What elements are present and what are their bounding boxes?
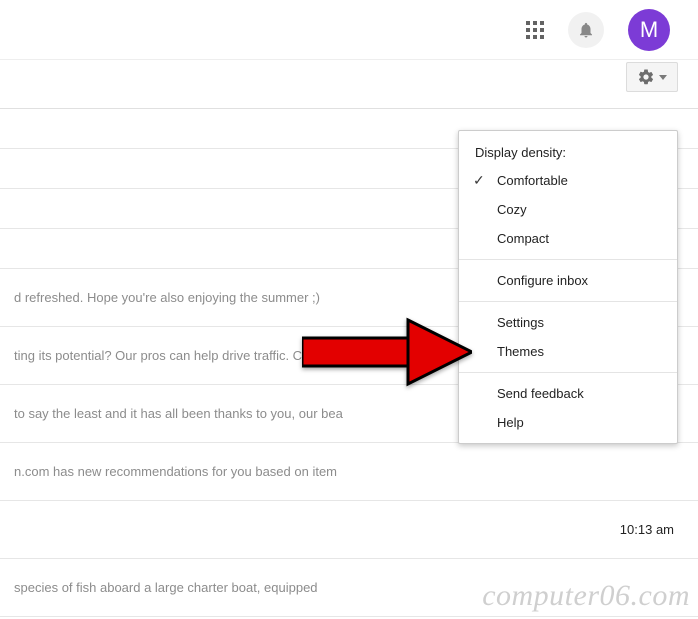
settings[interactable]: Settings [459, 308, 677, 337]
settings-dropdown: Display density: ✓ Comfortable Cozy Comp… [458, 130, 678, 444]
menu-item-label: Comfortable [497, 173, 568, 188]
themes[interactable]: Themes [459, 337, 677, 366]
check-icon: ✓ [473, 172, 485, 189]
dropdown-header: Display density: [459, 141, 677, 166]
configure-inbox[interactable]: Configure inbox [459, 266, 677, 295]
menu-separator [459, 259, 677, 260]
density-compact[interactable]: Compact [459, 224, 677, 253]
mail-row[interactable]: n.com has new recommendations for you ba… [0, 443, 698, 501]
menu-item-label: Send feedback [497, 386, 584, 401]
notifications-button[interactable] [568, 12, 604, 48]
gear-icon [637, 68, 655, 86]
menu-item-label: Configure inbox [497, 273, 588, 288]
topbar: M [0, 0, 698, 60]
mail-time: 10:13 am [620, 522, 674, 537]
menu-item-label: Settings [497, 315, 544, 330]
menu-separator [459, 301, 677, 302]
density-comfortable[interactable]: ✓ Comfortable [459, 166, 677, 195]
menu-item-label: Compact [497, 231, 549, 246]
help[interactable]: Help [459, 408, 677, 437]
mail-row[interactable]: 10:13 am [0, 501, 698, 559]
density-cozy[interactable]: Cozy [459, 195, 677, 224]
send-feedback[interactable]: Send feedback [459, 379, 677, 408]
menu-item-label: Help [497, 415, 524, 430]
toolbar [0, 60, 698, 108]
mail-row[interactable]: species of fish aboard a large charter b… [0, 559, 698, 617]
menu-item-label: Cozy [497, 202, 527, 217]
settings-gear-button[interactable] [626, 62, 678, 92]
chevron-down-icon [659, 75, 667, 80]
apps-icon[interactable] [526, 21, 544, 39]
menu-item-label: Themes [497, 344, 544, 359]
menu-separator [459, 372, 677, 373]
avatar[interactable]: M [628, 9, 670, 51]
